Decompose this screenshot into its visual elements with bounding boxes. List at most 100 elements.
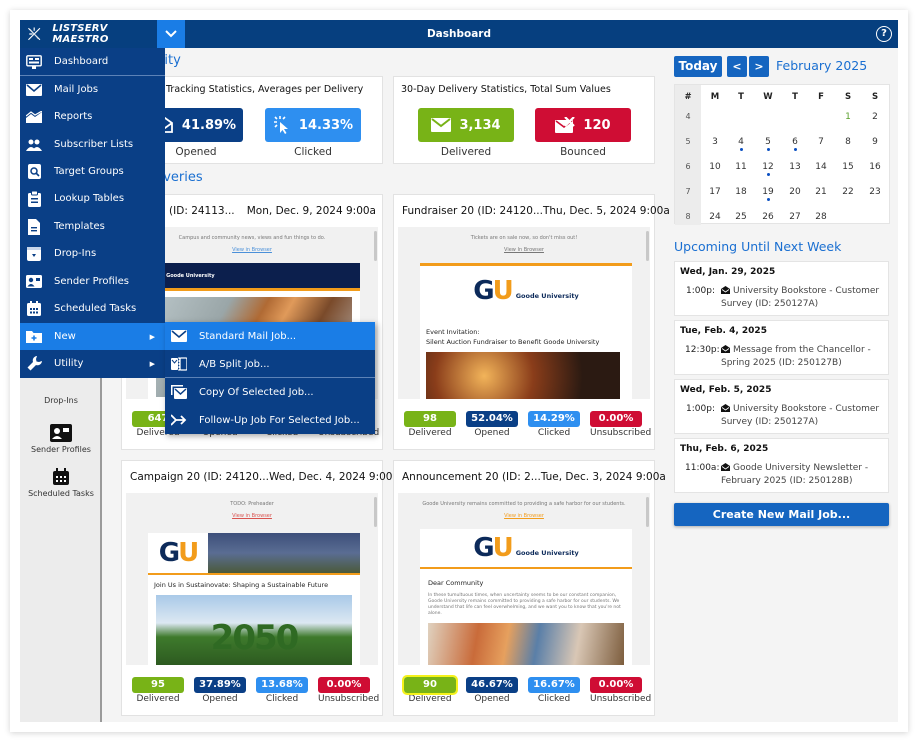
- weekday-header: M: [710, 92, 720, 102]
- calendar-day[interactable]: 11: [728, 162, 754, 172]
- calendar-day[interactable]: 25: [728, 212, 754, 222]
- unsubscribed-label: Unsubscribed: [318, 694, 380, 704]
- menu-item-scheduled-tasks[interactable]: Scheduled Tasks: [20, 295, 165, 322]
- calendar-month-label: February 2025: [776, 58, 868, 73]
- preview-scrollbar[interactable]: [646, 497, 649, 527]
- strip-item-sender-profiles[interactable]: Sender Profiles: [20, 424, 102, 454]
- week-number[interactable]: 5: [675, 137, 701, 146]
- week-number[interactable]: 6: [675, 162, 701, 171]
- strip-item-drop-ins[interactable]: Drop-Ins: [20, 396, 102, 405]
- prev-month-button[interactable]: <: [727, 56, 747, 77]
- calendar-day[interactable]: 8: [835, 137, 861, 147]
- calendar-day[interactable]: 7: [808, 137, 834, 147]
- calendar-day[interactable]: 26: [755, 212, 781, 222]
- calendar-day[interactable]: 17: [702, 187, 728, 197]
- menu-item-utility[interactable]: Utility ▶: [20, 350, 165, 377]
- view-in-browser-link[interactable]: View in Browser: [126, 513, 378, 519]
- email-preview[interactable]: TODO: Preheader View in Browser GU Join …: [126, 493, 378, 665]
- calendar-day[interactable]: 15: [835, 162, 861, 172]
- delivery-card[interactable]: Fundraiser 20 (ID: 24120... Thu, Dec. 5,…: [393, 194, 670, 450]
- calendar-day-number: 7: [818, 137, 824, 147]
- menu-item-mail-jobs[interactable]: Mail Jobs: [20, 76, 165, 103]
- calendar-day[interactable]: 9: [862, 137, 888, 147]
- menu-item-subscriber-lists[interactable]: Subscriber Lists: [20, 131, 165, 158]
- calendar-day[interactable]: 21: [808, 187, 834, 197]
- calendar-day[interactable]: 4: [728, 137, 754, 151]
- clicked-value: 16.67%: [528, 677, 580, 693]
- calendar-day[interactable]: 5: [755, 137, 781, 151]
- next-month-button[interactable]: >: [749, 56, 769, 77]
- calendar-day[interactable]: 27: [782, 212, 808, 222]
- clicked-stat[interactable]: 14.33%: [265, 108, 361, 142]
- view-in-browser-link[interactable]: View In Browser: [398, 247, 650, 253]
- submenu-item-a-b-split-job[interactable]: A/B Split Job...: [165, 350, 375, 378]
- calendar-day[interactable]: 2: [862, 112, 888, 122]
- upcoming-item[interactable]: Wed, Feb. 5, 2025 1:00p: University Book…: [674, 379, 889, 434]
- unsubscribed-value: 0.00%: [590, 677, 642, 693]
- calendar-day[interactable]: 1: [835, 112, 861, 122]
- calendar-day[interactable]: 14: [808, 162, 834, 172]
- menu-item-templates[interactable]: Templates: [20, 213, 165, 240]
- university-name: Goode University: [166, 272, 215, 279]
- scheduled-tasks-icon: [53, 468, 69, 485]
- help-button[interactable]: ?: [876, 26, 892, 42]
- submenu-item-follow-up-job-for-selected-job[interactable]: Follow-Up Job For Selected Job...: [165, 406, 375, 434]
- menu-item-label: New: [54, 331, 76, 342]
- delivery-stats: 90 Delivered 46.67% Opened 16.67% Clicke…: [394, 675, 654, 711]
- menu-item-reports[interactable]: Reports: [20, 103, 165, 130]
- menu-item-dashboard[interactable]: Dashboard: [20, 48, 165, 75]
- delivery-card[interactable]: Campaign 20 (ID: 24120... Wed, Dec. 4, 2…: [121, 460, 399, 716]
- calendar-day[interactable]: 23: [862, 187, 888, 197]
- chevron-down-icon: [165, 30, 177, 38]
- email-body: GU Goode University Dear Community In th…: [420, 529, 632, 665]
- menu-item-drop-ins[interactable]: Drop-Ins: [20, 240, 165, 267]
- upcoming-item[interactable]: Tue, Feb. 4, 2025 12:30p: Message from t…: [674, 320, 889, 375]
- create-new-mail-job-button[interactable]: Create New Mail Job...: [674, 503, 889, 526]
- submenu-item-standard-mail-job[interactable]: Standard Mail Job...: [165, 322, 375, 350]
- calendar-day[interactable]: 24: [702, 212, 728, 222]
- calendar-day[interactable]: 10: [702, 162, 728, 172]
- calendar-day[interactable]: 20: [782, 187, 808, 197]
- opened-badge: 46.67% Opened: [466, 677, 518, 704]
- view-in-browser-link[interactable]: View in Browser: [398, 513, 650, 519]
- upcoming-item[interactable]: Wed, Jan. 29, 2025 1:00p: University Boo…: [674, 261, 889, 316]
- email-preview[interactable]: Goode University remains committed to pr…: [398, 493, 650, 665]
- today-button[interactable]: Today: [674, 56, 722, 77]
- submenu-item-copy-of-selected-job[interactable]: Copy Of Selected Job...: [165, 378, 375, 406]
- upcoming-text: Goode University Newsletter - February 2…: [721, 462, 883, 488]
- delivery-card[interactable]: Announcement 20 (ID: 2... Tue, Dec. 3, 2…: [393, 460, 666, 716]
- bounced-stat[interactable]: 120: [535, 108, 631, 142]
- preview-scrollbar[interactable]: [374, 497, 377, 527]
- week-number[interactable]: 4: [675, 112, 701, 121]
- email-preview[interactable]: Tickets are on sale now, so don't miss o…: [398, 227, 650, 399]
- upcoming-item[interactable]: Thu, Feb. 6, 2025 11:00a: Goode Universi…: [674, 438, 889, 493]
- calendar-day[interactable]: 3: [702, 137, 728, 147]
- calendar-day[interactable]: 28: [808, 212, 834, 222]
- preview-scrollbar[interactable]: [646, 231, 649, 261]
- strip-item-scheduled-tasks[interactable]: Scheduled Tasks: [20, 468, 102, 498]
- menu-item-sender-profiles[interactable]: Sender Profiles: [20, 268, 165, 295]
- week-number[interactable]: 8: [675, 212, 701, 221]
- preview-scrollbar[interactable]: [374, 231, 377, 261]
- calendar-day[interactable]: 16: [862, 162, 888, 172]
- menu-item-target-groups[interactable]: Target Groups: [20, 158, 165, 185]
- delivered-stat[interactable]: 3,134: [418, 108, 514, 142]
- app: Dashboard LISTSERV MAESTRO ? Drop-Ins Se…: [20, 20, 898, 722]
- email-heading: Join Us in Sustainovate: Shaping a Susta…: [154, 581, 329, 589]
- email-banner: ȷGoode University: [148, 263, 360, 291]
- opened-badge: 37.89% Opened: [194, 677, 246, 704]
- brand[interactable]: LISTSERV MAESTRO: [20, 20, 157, 48]
- email-banner: GU: [148, 533, 360, 575]
- email-body: GU Goode University Event Invitation: Si…: [420, 263, 632, 399]
- week-number[interactable]: 7: [675, 187, 701, 196]
- calendar-day[interactable]: 13: [782, 162, 808, 172]
- upcoming-date: Tue, Feb. 4, 2025: [680, 326, 767, 336]
- calendar-day[interactable]: 22: [835, 187, 861, 197]
- calendar-day[interactable]: 18: [728, 187, 754, 197]
- menu-item-lookup-tables[interactable]: Lookup Tables: [20, 185, 165, 212]
- menu-item-new[interactable]: New ▶: [20, 323, 165, 350]
- calendar-day[interactable]: 12: [755, 162, 781, 176]
- calendar-day[interactable]: 19: [755, 187, 781, 201]
- calendar-day[interactable]: 6: [782, 137, 808, 151]
- main-menu-toggle[interactable]: [157, 20, 185, 48]
